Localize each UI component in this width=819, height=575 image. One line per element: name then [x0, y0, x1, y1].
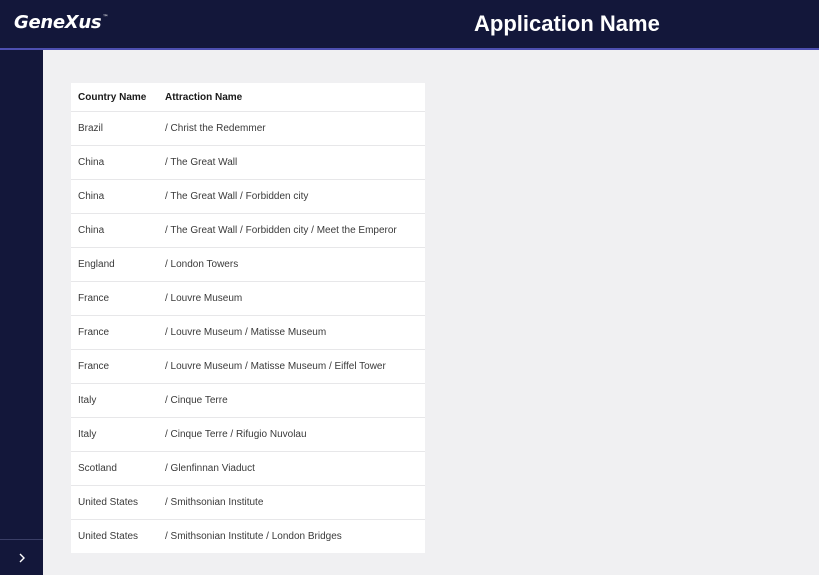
country-name-cell: France — [71, 315, 158, 350]
country-name-cell: France — [71, 349, 158, 384]
table-row[interactable]: France / Louvre Museum / Matisse Museum — [71, 315, 425, 350]
attraction-name-cell: / The Great Wall / Forbidden city — [158, 179, 425, 214]
attraction-name-cell: / Louvre Museum / Matisse Museum / Eiffe… — [158, 349, 425, 384]
attraction-name-cell: / The Great Wall — [158, 145, 425, 180]
attraction-name-cell: / Glenfinnan Viaduct — [158, 451, 425, 486]
table-row[interactable]: England / London Towers — [71, 247, 425, 282]
genexus-logo: GeneXus™ — [14, 12, 108, 33]
table-row[interactable]: China / The Great Wall / Forbidden city — [71, 179, 425, 214]
logo-text: GeneXus — [14, 12, 102, 33]
grid-header-row: Country Name Attraction Name — [71, 83, 425, 112]
attraction-name-cell: / Louvre Museum / Matisse Museum — [158, 315, 425, 350]
country-name-cell: United States — [71, 485, 158, 520]
attraction-name-cell: / The Great Wall / Forbidden city / Meet… — [158, 213, 425, 248]
table-row[interactable]: Scotland / Glenfinnan Viaduct — [71, 451, 425, 486]
table-row[interactable]: United States / Smithsonian Institute / L… — [71, 519, 425, 553]
attraction-name-cell: / Cinque Terre — [158, 383, 425, 418]
country-name-cell: China — [71, 213, 158, 248]
column-header-country-name[interactable]: Country Name — [71, 83, 158, 112]
country-name-cell: Italy — [71, 383, 158, 418]
country-name-cell: Italy — [71, 417, 158, 452]
attraction-name-cell: / Cinque Terre / Rifugio Nuvolau — [158, 417, 425, 452]
table-row[interactable]: Brazil / Christ the Redemmer — [71, 111, 425, 146]
attraction-name-cell: / Smithsonian Institute / London Bridges — [158, 519, 425, 553]
table-row[interactable]: France / Louvre Museum — [71, 281, 425, 316]
attraction-name-cell: / Christ the Redemmer — [158, 111, 425, 146]
app-header: GeneXus™ Application Name — [0, 0, 819, 50]
country-name-cell: China — [71, 179, 158, 214]
country-name-cell: Brazil — [71, 111, 158, 146]
main-content: Country Name Attraction Name Brazil / Chr… — [43, 50, 819, 575]
attraction-name-cell: / Louvre Museum — [158, 281, 425, 316]
attractions-grid: Country Name Attraction Name Brazil / Chr… — [71, 83, 425, 553]
attraction-name-cell: / London Towers — [158, 247, 425, 282]
country-name-cell: United States — [71, 519, 158, 553]
sidebar — [0, 50, 43, 575]
table-row[interactable]: Italy / Cinque Terre / Rifugio Nuvolau — [71, 417, 425, 452]
table-row[interactable]: China / The Great Wall / Forbidden city /… — [71, 213, 425, 248]
logo-trademark: ™ — [102, 14, 109, 21]
table-row[interactable]: France / Louvre Museum / Matisse Museum /… — [71, 349, 425, 384]
application-title: Application Name — [474, 11, 660, 36]
column-header-attraction-name[interactable]: Attraction Name — [158, 83, 425, 112]
table-row[interactable]: China / The Great Wall — [71, 145, 425, 180]
country-name-cell: Scotland — [71, 451, 158, 486]
country-name-cell: France — [71, 281, 158, 316]
country-name-cell: England — [71, 247, 158, 282]
table-row[interactable]: Italy / Cinque Terre — [71, 383, 425, 418]
country-name-cell: China — [71, 145, 158, 180]
table-row[interactable]: United States / Smithsonian Institute — [71, 485, 425, 520]
chevron-right-icon — [19, 553, 25, 562]
attraction-name-cell: / Smithsonian Institute — [158, 485, 425, 520]
sidebar-toggle-button[interactable] — [0, 539, 43, 575]
